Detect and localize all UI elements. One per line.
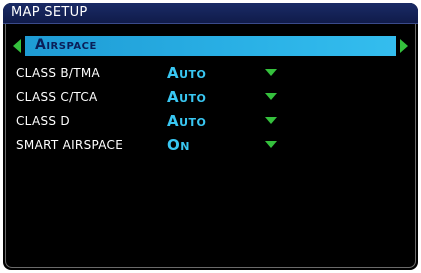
dropdown-arrow-icon[interactable] bbox=[265, 69, 277, 76]
setting-value[interactable]: Auto bbox=[167, 64, 206, 82]
setting-row-class-c[interactable]: CLASS C/TCA Auto bbox=[3, 87, 418, 109]
category-selector[interactable]: Airspace bbox=[9, 36, 412, 56]
setting-value[interactable]: On bbox=[167, 136, 190, 154]
setting-row-class-d[interactable]: CLASS D Auto bbox=[3, 111, 418, 133]
arrow-left-icon[interactable] bbox=[13, 39, 21, 53]
dropdown-arrow-icon[interactable] bbox=[265, 141, 277, 148]
setting-label: CLASS D bbox=[16, 114, 70, 128]
map-setup-window: MAP SETUP Airspace CLASS B/TMA Auto CLAS… bbox=[3, 3, 418, 270]
setting-label: SMART AIRSPACE bbox=[16, 138, 124, 152]
setting-row-class-b[interactable]: CLASS B/TMA Auto bbox=[3, 63, 418, 85]
dropdown-arrow-icon[interactable] bbox=[265, 93, 277, 100]
category-label: Airspace bbox=[35, 37, 97, 53]
setting-label: CLASS B/TMA bbox=[16, 66, 101, 80]
window-title: MAP SETUP bbox=[11, 5, 88, 20]
arrow-right-icon[interactable] bbox=[400, 39, 408, 53]
dropdown-arrow-icon[interactable] bbox=[265, 117, 277, 124]
setting-value[interactable]: Auto bbox=[167, 88, 206, 106]
setting-value[interactable]: Auto bbox=[167, 112, 206, 130]
title-bar: MAP SETUP bbox=[3, 3, 418, 24]
setting-label: CLASS C/TCA bbox=[16, 90, 98, 104]
setting-row-smart-airspace[interactable]: SMART AIRSPACE On bbox=[3, 135, 418, 157]
